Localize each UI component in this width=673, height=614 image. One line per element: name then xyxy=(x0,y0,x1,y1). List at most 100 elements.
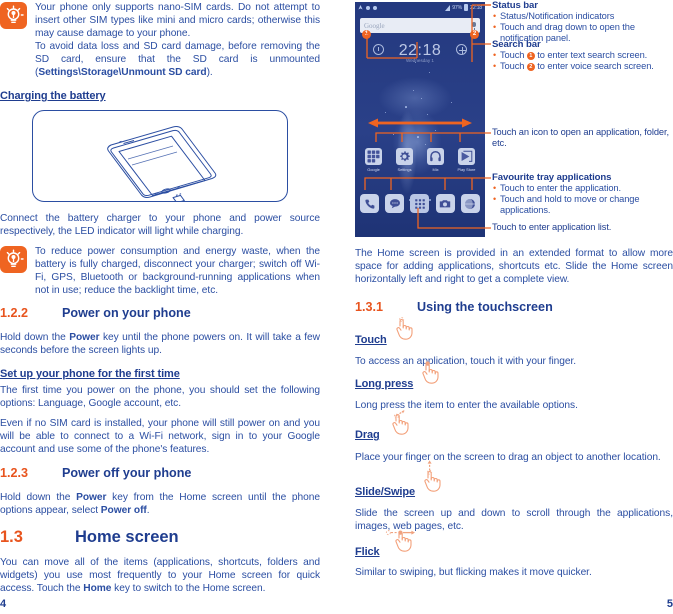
gesture-flick-text: Similar to swiping, but flicking makes i… xyxy=(355,567,592,578)
inline-badge-2: 2 xyxy=(526,63,535,71)
dot-icon xyxy=(366,5,370,10)
favourite-tray xyxy=(357,194,483,213)
gesture-flick-label: Flick xyxy=(355,546,380,558)
home-app-label: Settings xyxy=(397,166,412,172)
charging-the-battery-heading: Charging the battery xyxy=(0,90,106,102)
home-app-mix[interactable]: Mix xyxy=(423,148,449,172)
hand-touch-icon xyxy=(392,317,418,346)
play-store-icon[interactable] xyxy=(458,148,475,165)
dot-icon xyxy=(373,5,377,10)
annotation-status-bar-title: Status bar xyxy=(492,0,538,11)
heading-1-2-3: 1.2.3 Power off your phone xyxy=(0,466,320,480)
status-left-icons xyxy=(358,4,377,11)
headphones-icon[interactable] xyxy=(427,148,444,165)
heading-1-3-title: Home screen xyxy=(75,528,179,546)
home-screen-extended-paragraph: The Home screen is provided in an extend… xyxy=(355,248,673,286)
manual-page-spread: Your phone only supports nano-SIM cards.… xyxy=(0,0,673,614)
alarm-icon[interactable] xyxy=(373,44,384,55)
annotation-status-bar: Status bar Status/Notification indicator… xyxy=(492,0,673,44)
gesture-slide-swipe-label: Slide/Swipe xyxy=(355,486,416,498)
annotation-search-bar-title: Search bar xyxy=(492,39,541,50)
dock-browser[interactable] xyxy=(460,194,480,213)
page-number-right: 5 xyxy=(666,598,673,610)
left-page-column: Your phone only supports nano-SIM cards.… xyxy=(0,0,320,614)
add-icon[interactable] xyxy=(456,44,467,55)
status-time-label: 22:18 xyxy=(470,4,482,11)
tip-power-saving-text: To reduce power consumption and energy w… xyxy=(35,246,320,297)
home-app-google[interactable]: Google xyxy=(361,148,387,172)
heading-1-3: 1.3 Home screen xyxy=(0,528,320,547)
horizontal-swipe-arrow xyxy=(358,115,482,128)
battery-charging-illustration xyxy=(32,110,288,202)
setup-first-time-heading: Set up your phone for the first time xyxy=(0,368,180,380)
home-app-settings[interactable]: Settings xyxy=(392,148,418,172)
microphone-icon[interactable] xyxy=(472,21,476,30)
gesture-long-press-label: Long press xyxy=(355,378,414,390)
heading-1-2-2-title: Power on your phone xyxy=(62,306,191,320)
charging-instructions-text: Connect the battery charger to your phon… xyxy=(0,213,320,238)
first-time-options-paragraph: The first time you power on the phone, y… xyxy=(0,385,320,410)
annotation-favourite-tray-title: Favourite tray applications xyxy=(492,172,612,183)
heading-1-3-1-number: 1.3.1 xyxy=(355,300,384,314)
hand-flick-icon xyxy=(385,527,429,558)
heading-1-3-1: 1.3.1 Using the touchscreen xyxy=(355,300,673,314)
annotation-search-bar: Search bar Touch 1 to enter text search … xyxy=(492,39,673,72)
home-app-label: Play Store xyxy=(457,166,476,172)
hand-slide-icon xyxy=(420,459,450,498)
power-off-paragraph: Hold down the Power key from the Home sc… xyxy=(0,492,320,517)
wifi-icon xyxy=(358,4,363,9)
callout-badge-2: 2 xyxy=(470,30,479,39)
gesture-long-press-heading: Long press xyxy=(355,361,444,390)
right-page-column: 97% 22:18 Google 22:18 Wednesday 1 Googl… xyxy=(355,0,673,614)
search-input-placeholder[interactable]: Google xyxy=(364,22,385,30)
gesture-flick-heading: Flick xyxy=(355,530,429,558)
tip-sim-paragraph-2: To avoid data loss and SD card damage, b… xyxy=(35,41,320,79)
settings-path-bold: Settings\Storage\Unmount SD card xyxy=(38,67,207,79)
power-key-bold-2: Power xyxy=(76,492,107,503)
gesture-drag-label: Drag xyxy=(355,429,380,441)
gesture-touch-label: Touch xyxy=(355,334,387,346)
annotation-touch-icon-note: Touch an icon to open an application, fo… xyxy=(492,127,669,148)
callout-badge-1: 1 xyxy=(362,30,371,39)
battery-percent-label: 97% xyxy=(452,4,463,11)
gesture-drag-heading: Drag xyxy=(355,410,419,441)
home-key-bold: Home xyxy=(83,583,112,595)
clock-date: Wednesday 1 xyxy=(405,58,434,63)
lightbulb-tip-icon xyxy=(0,246,27,273)
lightbulb-tip-icon xyxy=(0,2,27,29)
annotation-search-bar-bullet-1: Touch 1 to enter text search screen. xyxy=(492,50,673,61)
annotation-favourite-tray-bullet-1: Touch to enter the application. xyxy=(492,183,673,194)
heading-1-3-number: 1.3 xyxy=(0,528,23,546)
google-folder-icon[interactable] xyxy=(365,148,382,165)
dock-camera[interactable] xyxy=(435,194,455,213)
phone-screen: 97% 22:18 Google 22:18 Wednesday 1 Googl… xyxy=(355,2,485,237)
phone-status-bar: 97% 22:18 xyxy=(355,2,485,13)
inline-badge-1: 1 xyxy=(526,52,535,60)
gear-icon[interactable] xyxy=(396,148,413,165)
dock-phone[interactable] xyxy=(360,194,380,213)
annotation-search-bar-bullet-2: Touch 2 to enter voice search screen. xyxy=(492,61,673,72)
heading-1-2-2-number: 1.2.2 xyxy=(0,306,29,320)
dock-app-drawer[interactable] xyxy=(410,194,430,213)
signal-icon xyxy=(445,4,451,11)
no-sim-paragraph: Even if no SIM card is installed, your p… xyxy=(0,418,320,456)
gesture-slide-swipe-heading: Slide/Swipe xyxy=(355,460,450,498)
charging-the-battery-heading-wrap: Charging the battery xyxy=(0,86,106,104)
annotation-favourite-tray-bullet-2: Touch and hold to move or change applica… xyxy=(492,194,673,216)
heading-1-2-3-title: Power off your phone xyxy=(62,466,192,480)
annotation-app-list-note: Touch to enter application list. xyxy=(492,222,612,232)
home-screen-paragraph: You can move all of the items (applicati… xyxy=(0,557,320,595)
google-search-bar[interactable]: Google xyxy=(360,18,480,33)
annotation-favourite-tray: Favourite tray applications Touch to ent… xyxy=(492,172,673,216)
home-screen-phone-mockup: 97% 22:18 Google 22:18 Wednesday 1 Googl… xyxy=(355,2,485,237)
status-right-icons: 97% 22:18 xyxy=(445,4,482,11)
power-key-bold: Power xyxy=(69,332,100,343)
power-off-bold: Power off xyxy=(100,505,147,517)
tip-sim-paragraph-1: Your phone only supports nano-SIM cards.… xyxy=(35,2,320,40)
power-on-paragraph: Hold down the Power key until the phone … xyxy=(0,332,320,357)
home-app-play-store[interactable]: Play Store xyxy=(454,148,480,172)
setup-first-time-heading-wrap: Set up your phone for the first time xyxy=(0,364,180,382)
tip-callout-sim: Your phone only supports nano-SIM cards.… xyxy=(0,1,320,80)
dock-messages[interactable] xyxy=(385,194,405,213)
battery-icon xyxy=(464,4,469,11)
